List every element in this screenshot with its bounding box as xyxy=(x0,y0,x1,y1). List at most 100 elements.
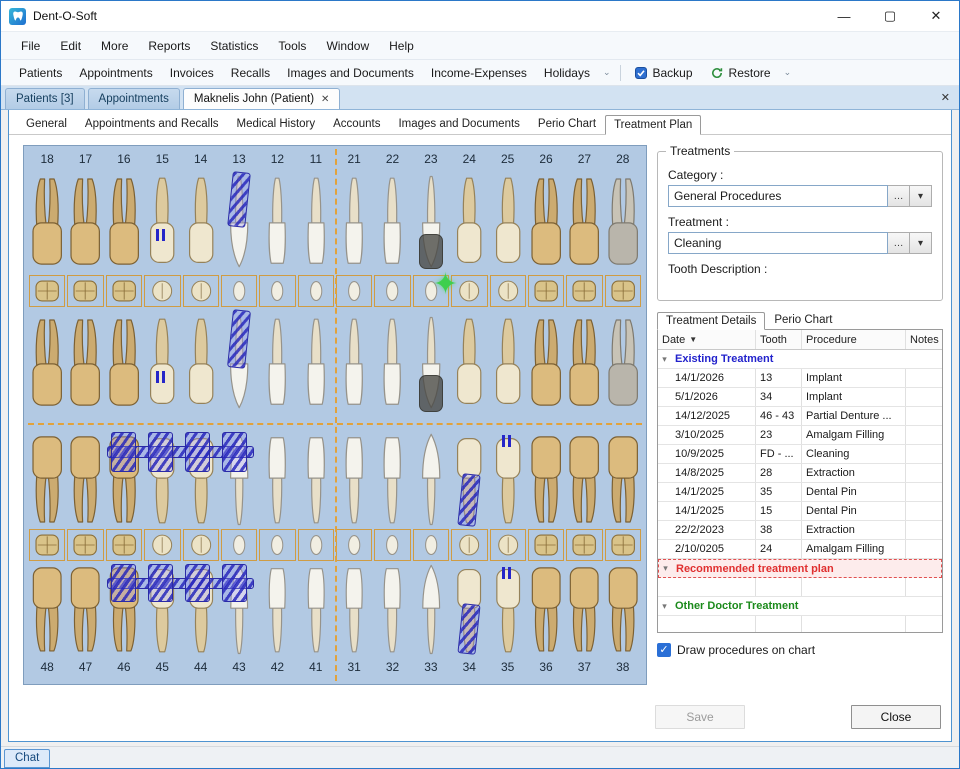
expander-icon[interactable]: ▾ xyxy=(658,597,671,615)
treatment-row[interactable]: 10/9/2025FD - ...Cleaning xyxy=(658,445,942,464)
tooth-27[interactable] xyxy=(565,169,603,275)
group-existing-treatment[interactable]: ▾Existing Treatment xyxy=(658,350,942,369)
treatment-value[interactable]: Cleaning xyxy=(668,232,888,254)
treatment-row[interactable]: 14/1/202613Implant xyxy=(658,369,942,388)
tabstrip-close-icon[interactable]: ✕ xyxy=(941,91,950,104)
occlusal-22[interactable] xyxy=(374,275,410,307)
occlusal-41[interactable] xyxy=(298,529,334,561)
checkbox-checked-icon[interactable]: ✓ xyxy=(657,643,671,657)
tooth-37[interactable] xyxy=(565,561,603,657)
tooth-42[interactable] xyxy=(258,429,296,529)
treatment-row[interactable]: 14/8/202528Extraction xyxy=(658,464,942,483)
treatment-row[interactable]: 14/12/202546 - 43Partial Denture ... xyxy=(658,407,942,426)
tooth-22[interactable] xyxy=(373,169,411,275)
occlusal-46[interactable] xyxy=(106,529,142,561)
tooth-14[interactable] xyxy=(182,169,220,275)
tooth-28[interactable] xyxy=(604,169,642,275)
tooth-22[interactable] xyxy=(373,307,411,419)
tooth-27[interactable] xyxy=(565,307,603,419)
tooth-21[interactable] xyxy=(335,307,373,419)
tooth-12[interactable] xyxy=(258,169,296,275)
treatment-row[interactable] xyxy=(658,578,942,597)
occlusal-43[interactable] xyxy=(221,529,257,561)
doc-tab-patients-3[interactable]: Patients [3] xyxy=(5,88,85,109)
expander-icon[interactable]: ▾ xyxy=(659,560,672,577)
column-header-tooth[interactable]: Tooth xyxy=(756,330,802,349)
occlusal-34[interactable] xyxy=(451,529,487,561)
tooth-38[interactable] xyxy=(604,429,642,529)
tooth-37[interactable] xyxy=(565,429,603,529)
category-value[interactable]: General Procedures xyxy=(668,185,888,207)
tooth-36[interactable] xyxy=(527,429,565,529)
tooth-32[interactable] xyxy=(373,561,411,657)
tooth-26[interactable] xyxy=(527,169,565,275)
occlusal-14[interactable] xyxy=(183,275,219,307)
tooth-24[interactable] xyxy=(450,169,488,275)
occlusal-15[interactable] xyxy=(144,275,180,307)
expander-icon[interactable]: ▾ xyxy=(658,350,671,368)
tab-medical-history[interactable]: Medical History xyxy=(228,114,325,134)
occlusal-33[interactable] xyxy=(413,529,449,561)
column-header-date[interactable]: Date▼ xyxy=(658,330,756,349)
maximize-button[interactable]: ▢ xyxy=(867,1,913,31)
tooth-28[interactable] xyxy=(604,307,642,419)
sort-icon[interactable]: ▼ xyxy=(689,335,697,344)
tooth-36[interactable] xyxy=(527,561,565,657)
tooth-47[interactable] xyxy=(66,561,104,657)
tooth-18[interactable] xyxy=(28,307,66,419)
tooth-15[interactable] xyxy=(143,307,181,419)
tooth-18[interactable] xyxy=(28,169,66,275)
minimize-button[interactable]: — xyxy=(821,1,867,31)
menu-more[interactable]: More xyxy=(91,35,138,57)
tooth-16[interactable] xyxy=(105,169,143,275)
occlusal-32[interactable] xyxy=(374,529,410,561)
occlusal-17[interactable] xyxy=(67,275,103,307)
tooth-42[interactable] xyxy=(258,561,296,657)
treatment-row[interactable] xyxy=(658,616,942,633)
doc-tab-maknelis-john-patient[interactable]: Maknelis John (Patient)✕ xyxy=(183,88,341,109)
occlusal-31[interactable] xyxy=(336,529,372,561)
tooth-26[interactable] xyxy=(527,307,565,419)
tooth-48[interactable] xyxy=(28,561,66,657)
chat-tab[interactable]: Chat xyxy=(4,749,50,768)
tab-perio-chart[interactable]: Perio Chart xyxy=(765,311,841,329)
category-dropdown-icon[interactable]: ▾ xyxy=(910,185,932,207)
toolbar-invoices[interactable]: Invoices xyxy=(162,63,222,83)
tooth-41[interactable] xyxy=(297,429,335,529)
window-close-button[interactable]: ✕ xyxy=(913,1,959,31)
save-button[interactable]: Save xyxy=(655,705,745,729)
draw-procedures-checkbox[interactable]: ✓ Draw procedures on chart xyxy=(657,643,943,657)
treatment-row[interactable]: 14/1/202535Dental Pin xyxy=(658,483,942,502)
tooth-31[interactable] xyxy=(335,429,373,529)
tooth-47[interactable] xyxy=(66,429,104,529)
occlusal-25[interactable] xyxy=(490,275,526,307)
menu-file[interactable]: File xyxy=(11,35,50,57)
tab-close-icon[interactable]: ✕ xyxy=(321,94,329,105)
tooth-21[interactable] xyxy=(335,169,373,275)
occlusal-16[interactable] xyxy=(106,275,142,307)
occlusal-27[interactable] xyxy=(566,275,602,307)
treatment-row[interactable]: 2/10/020524Amalgam Filling xyxy=(658,540,942,559)
occlusal-11[interactable] xyxy=(298,275,334,307)
treatment-row[interactable]: 3/10/202523Amalgam Filling xyxy=(658,426,942,445)
toolbar-overflow-icon[interactable]: ⌄ xyxy=(599,67,615,78)
column-header-notes[interactable]: Notes xyxy=(906,330,942,349)
tooth-15[interactable] xyxy=(143,169,181,275)
tooth-33[interactable] xyxy=(412,561,450,657)
tooth-14[interactable] xyxy=(182,307,220,419)
tab-appointments-and-recalls[interactable]: Appointments and Recalls xyxy=(76,114,228,134)
occlusal-48[interactable] xyxy=(29,529,65,561)
occlusal-35[interactable] xyxy=(490,529,526,561)
tab-treatment-details[interactable]: Treatment Details xyxy=(657,312,765,330)
toolbar-overflow-icon-2[interactable]: ⌄ xyxy=(780,67,796,78)
treatment-row[interactable]: 22/2/202338Extraction xyxy=(658,521,942,540)
toolbar-holidays[interactable]: Holidays xyxy=(536,63,598,83)
tooth-12[interactable] xyxy=(258,307,296,419)
tab-treatment-plan[interactable]: Treatment Plan xyxy=(605,115,701,135)
menu-help[interactable]: Help xyxy=(379,35,424,57)
tooth-33[interactable] xyxy=(412,429,450,529)
tooth-17[interactable] xyxy=(66,169,104,275)
occlusal-36[interactable] xyxy=(528,529,564,561)
menu-statistics[interactable]: Statistics xyxy=(200,35,268,57)
toolbar-income-expenses[interactable]: Income-Expenses xyxy=(423,63,535,83)
